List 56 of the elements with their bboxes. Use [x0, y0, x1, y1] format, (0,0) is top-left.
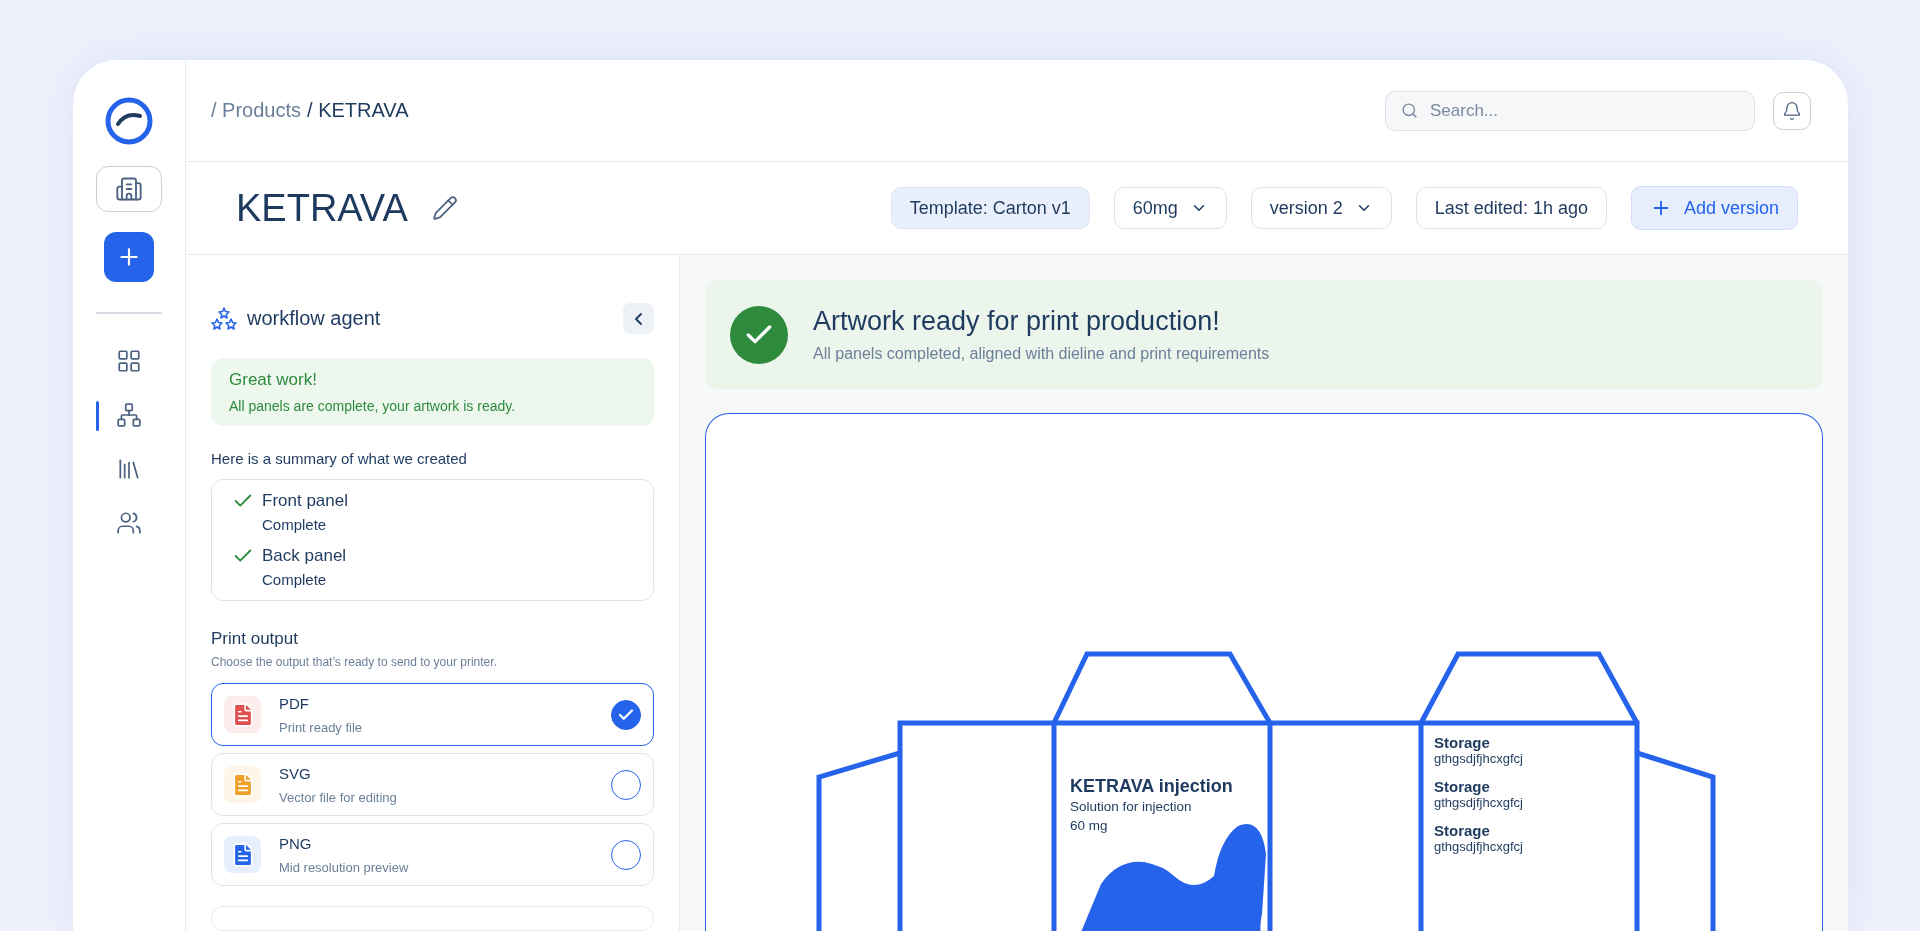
summary-intro: Here is a summary of what we created [211, 450, 468, 467]
notice-title: Great work! [229, 370, 318, 390]
storage-text: gthgsdjfjhcxgfcj [1434, 839, 1523, 854]
notice-text: All panels are complete, your artwork is ready. [229, 398, 517, 414]
building-icon [115, 175, 143, 203]
summary-item-status: Complete [262, 516, 328, 533]
carton-title: KETRAVA injection [1070, 776, 1233, 797]
option-name: PNG [279, 834, 313, 852]
summary-item-name: Front panel [262, 491, 349, 511]
option-description: Vector file for editing [279, 789, 398, 805]
version-dropdown[interactable]: version 2 [1250, 187, 1392, 229]
summary-item-status: Complete [262, 571, 328, 588]
dose-dropdown[interactable]: 60mg [1113, 187, 1227, 229]
output-option[interactable]: SVG Vector file for editing [211, 753, 654, 816]
building-button[interactable] [96, 166, 162, 212]
carton-text: 60 mg [1070, 817, 1109, 835]
logo-icon [104, 96, 154, 146]
storage-text: gthgsdjfjhcxgfcj [1434, 751, 1523, 766]
chevron-left-icon [635, 312, 642, 325]
storage-heading: Storage [1434, 778, 1491, 795]
last-edited-label: Last edited: 1h ago [1415, 187, 1607, 229]
option-description: Mid resolution preview [279, 859, 410, 875]
grid-icon [116, 348, 142, 374]
breadcrumb-link[interactable]: / Products [211, 99, 302, 122]
template-tag: Template: Carton v1 [890, 187, 1090, 229]
search-icon [1401, 101, 1418, 119]
option-description: Print ready file [279, 719, 364, 735]
notification-button[interactable] [1773, 91, 1811, 130]
search-field[interactable]: Search... [1385, 90, 1755, 131]
workflow-icon [116, 402, 142, 428]
summary-item-name: Back panel [262, 546, 348, 566]
carton-text: Solution for injection [1070, 798, 1193, 816]
section-title: Print output [211, 629, 299, 649]
radio-indicator [611, 769, 641, 800]
radio-indicator [611, 839, 641, 870]
storage-text: gthgsdjfjhcxgfcj [1434, 795, 1523, 810]
add-version-button[interactable]: Add version [1630, 186, 1798, 230]
banner-text: All panels completed, aligned with dieline and print requirements [813, 345, 1270, 363]
section-hint: Choose the output that’s ready to send to your printer. [211, 655, 498, 669]
option-name: SVG [279, 764, 312, 782]
banner-title: Artwork ready for print production! [813, 306, 1221, 337]
team-icon [116, 510, 142, 536]
collapse-button[interactable] [623, 303, 654, 334]
output-option[interactable]: PDF Print ready file [211, 683, 654, 746]
add-button[interactable] [104, 232, 154, 282]
product-title: KETRAVA [236, 186, 408, 230]
option-name: PDF [279, 694, 310, 712]
storage-heading: Storage [1434, 822, 1491, 839]
output-option[interactable]: PNG Mid resolution preview [211, 823, 654, 886]
panel-title: workflow agent [247, 307, 382, 330]
bell-icon [1782, 100, 1802, 121]
check-icon [730, 305, 788, 364]
storage-heading: Storage [1434, 734, 1491, 751]
stars-icon [211, 306, 237, 331]
edit-icon[interactable] [431, 195, 458, 221]
breadcrumb-link[interactable]: / KETRAVA [307, 99, 409, 122]
